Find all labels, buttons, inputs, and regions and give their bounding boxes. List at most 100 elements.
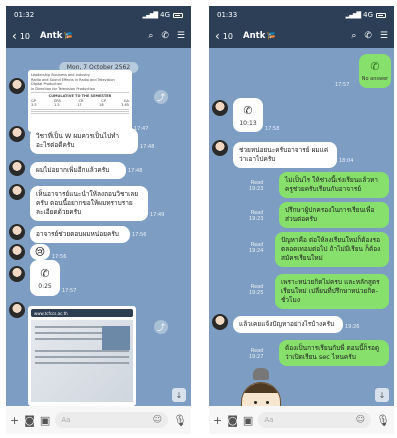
camera-icon[interactable]: ◙ — [227, 415, 238, 426]
chat-header: ‹ 10 Antk 🎏 ⌕ ✆ ☰ — [6, 24, 191, 48]
missed-call-bubble[interactable]: ✆ No answer — [359, 54, 391, 88]
image-icon[interactable]: ▣ — [40, 415, 50, 426]
network-label: 4G — [160, 11, 170, 19]
status-time: 01:33 — [217, 11, 238, 19]
no-answer-label: No answer — [361, 76, 389, 82]
message-input[interactable]: Aa ☺ — [258, 412, 372, 428]
message-bubble[interactable]: แล้วเคยแจ้งปัญหาอย่างไรบ้างครับ — [233, 316, 343, 333]
sticker-hat — [253, 368, 269, 380]
share-icon[interactable]: ⤴ — [154, 320, 168, 334]
message-bubble[interactable]: ผมไม่อยากเพิ่มอีกแล้วครับ — [30, 162, 126, 179]
avatar[interactable] — [212, 140, 228, 156]
message-list[interactable]: Mon, 7 October 2562 Leadership Business … — [6, 48, 191, 406]
photo-url-bar: www.tcfccs.ac.th — [31, 309, 133, 317]
avatar[interactable] — [212, 314, 228, 330]
message-time: 17:57 — [335, 82, 350, 88]
signal-icon: ▂▄▆█ — [142, 11, 159, 19]
message-bubble[interactable]: อาจารย์ช่วยตอบผมหน่อยครับ — [30, 226, 130, 243]
avatar[interactable] — [9, 184, 25, 200]
message-time: 17:56 — [52, 254, 67, 260]
message-time: 19:26 — [345, 324, 360, 330]
shared-photo[interactable]: www.tcfccs.ac.th — [28, 306, 136, 406]
doc-val: 18 — [99, 103, 104, 107]
menu-icon[interactable]: ☰ — [380, 31, 388, 41]
search-icon[interactable]: ⌕ — [148, 31, 153, 41]
phone-icon[interactable]: ✆ — [364, 31, 372, 41]
contact-emoji-icon: 🎏 — [64, 32, 74, 40]
doc-line: In Direction for Television Production — [31, 86, 95, 91]
image-icon[interactable]: ▣ — [243, 415, 253, 426]
avatar[interactable] — [212, 100, 228, 116]
message-list[interactable]: ✆ No answer 17:57 ✆ 10:13 17:58 ช่วยหน่อ… — [209, 48, 394, 412]
status-icons: ▂▄▆█ 4G — [143, 11, 183, 19]
plus-icon[interactable]: + — [213, 415, 222, 426]
battery-icon — [376, 12, 386, 18]
back-icon[interactable]: ‹ — [215, 30, 220, 42]
status-icons: ▂▄▆█ 4G — [346, 11, 386, 19]
message-bubble[interactable]: ช่วยหน่อยนะครับอาจารย์ ผมแค่ว่าเอาไปครับ — [233, 142, 337, 168]
message-input[interactable]: Aa ☺ — [55, 412, 169, 428]
unread-count: 10 — [19, 31, 30, 41]
scroll-down-icon[interactable]: ↓ — [375, 388, 389, 402]
input-placeholder: Aa — [264, 416, 274, 424]
emoji-icon[interactable]: ☺ — [356, 415, 365, 425]
avatar[interactable] — [9, 160, 25, 176]
avatar[interactable] — [9, 302, 25, 318]
network-label: 4G — [363, 11, 373, 19]
message-bubble[interactable]: เพราะหน่วยกิตไม่ครบ และหลักสูตรเรียนใหม่… — [275, 274, 389, 309]
message-bubble[interactable]: วิชาที่เป็น W ผมควรเป็นไปทำอะไรต่อดีครับ — [30, 128, 138, 154]
message-time: 17:49 — [150, 212, 165, 218]
call-duration: 10:13 — [239, 119, 257, 127]
back-icon[interactable]: ‹ — [12, 30, 17, 42]
message-bubble[interactable]: ปัญหาคือ ต่อให้ลงเรียนใหม่ก็ต้องรอตลอดเท… — [275, 232, 389, 267]
battery-icon — [173, 12, 183, 18]
chat-screen-left: 01:32 ▂▄▆█ 4G ‹ 10 Antk 🎏 ⌕ ✆ ☰ Mon, 7 O… — [6, 6, 191, 434]
avatar[interactable] — [9, 126, 25, 142]
microphone-icon[interactable]: 🎙 — [376, 415, 390, 426]
input-placeholder: Aa — [61, 416, 71, 424]
menu-icon[interactable]: ☰ — [177, 31, 185, 41]
message-time: 17:58 — [265, 126, 280, 132]
message-bubble[interactable]: ต้องเป็นการเรียนกับพี่ ตอนนี้ก็รอดูว่าเป… — [279, 340, 389, 366]
sticker[interactable]: 😢 — [30, 244, 50, 260]
contact-name[interactable]: Antk — [40, 31, 62, 41]
unread-count: 10 — [222, 31, 233, 41]
status-bar: 01:33 ▂▄▆█ 4G — [209, 6, 394, 24]
message-time: 17:56 — [132, 232, 147, 238]
call-duration: 0:25 — [38, 282, 52, 290]
doc-val: 3.65 — [121, 103, 129, 107]
message-time: 18:04 — [339, 158, 354, 164]
plus-icon[interactable]: + — [10, 415, 19, 426]
phone-call-icon: ✆ — [40, 266, 50, 280]
emoji-icon[interactable]: ☺ — [153, 415, 162, 425]
message-bubble[interactable]: ปรึกษาผู้ปกครองในการเรียนเพื่อส่วนต่อครั… — [279, 202, 389, 228]
share-icon[interactable]: ⤴ — [154, 90, 168, 104]
avatar[interactable] — [9, 244, 25, 260]
message-bubble[interactable]: ไม่เป็นไร ให้ช่วงนี้เร่งเรียนแล้วหาครูช่… — [279, 172, 389, 198]
read-receipt: Read 19:23 — [249, 180, 264, 192]
message-bubble[interactable]: เห็นอาจารย์แนะนำให้ลงถอนวิชาเลยครับ ตอนน… — [30, 186, 148, 221]
microphone-icon[interactable]: 🎙 — [173, 415, 187, 426]
read-receipt: Read 19:27 — [249, 348, 264, 360]
call-log-bubble[interactable]: ✆ 10:13 — [233, 98, 263, 132]
scroll-down-icon[interactable]: ↓ — [172, 388, 186, 402]
avatar[interactable] — [9, 78, 25, 94]
contact-emoji-icon: 🎏 — [267, 32, 277, 40]
phone-call-icon: ✆ — [243, 103, 253, 117]
avatar[interactable] — [9, 266, 25, 282]
phone-icon[interactable]: ✆ — [161, 31, 169, 41]
chat-screen-right: 01:33 ▂▄▆█ 4G ‹ 10 Antk 🎏 ⌕ ✆ ☰ ✆ No ans… — [209, 6, 394, 434]
signal-icon: ▂▄▆█ — [345, 11, 362, 19]
contact-name[interactable]: Antk — [243, 31, 265, 41]
search-icon[interactable]: ⌕ — [351, 31, 356, 41]
call-log-bubble[interactable]: ✆ 0:25 — [30, 260, 60, 296]
avatar[interactable] — [9, 224, 25, 240]
phone-call-icon: ✆ — [370, 60, 380, 73]
shared-document-image[interactable]: Leadership Business and Industry Radio a… — [28, 70, 132, 132]
read-receipt: Read 19:23 — [249, 210, 264, 222]
camera-icon[interactable]: ◙ — [24, 415, 35, 426]
status-bar: 01:32 ▂▄▆█ 4G — [6, 6, 191, 24]
read-receipt: Read 19:24 — [249, 242, 264, 254]
doc-val: 3.5 — [31, 103, 37, 107]
message-time: 17:48 — [140, 144, 155, 150]
